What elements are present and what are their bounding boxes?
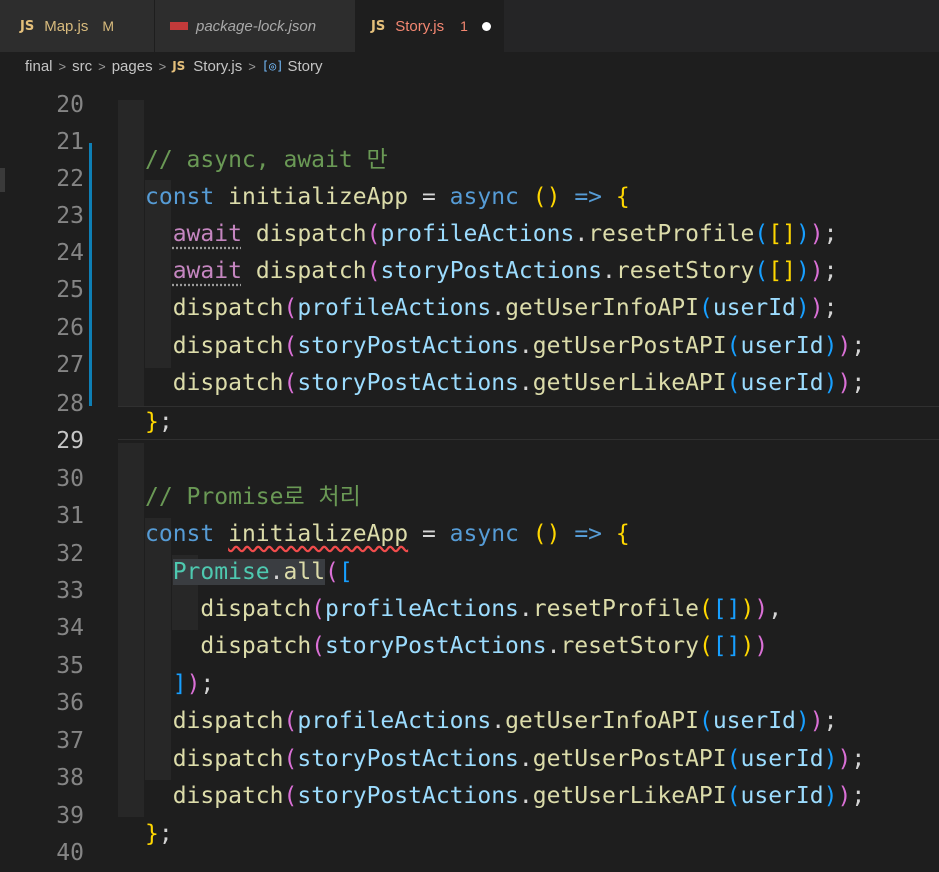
code-line: 23 await dispatch(profileActions.resetPr…: [0, 180, 837, 247]
breadcrumb-item[interactable]: Story.js: [193, 58, 242, 75]
breadcrumb-item[interactable]: final: [25, 58, 53, 75]
tab-map-js[interactable]: JS Map.js M: [0, 0, 155, 52]
code-line: 22 const initializeApp = async () => {: [0, 143, 629, 210]
breadcrumb-item[interactable]: src: [72, 58, 92, 75]
code-line: 32 Promise.all([: [0, 518, 353, 585]
chevron-right-icon: >: [158, 58, 167, 74]
modified-badge: M: [102, 18, 115, 34]
code-line: 21 // async, await 만: [0, 106, 387, 173]
keyword-const: const: [145, 521, 215, 547]
function-name-error: initializeApp: [228, 521, 409, 547]
chevron-right-icon: >: [248, 58, 256, 74]
function-name: initializeApp: [228, 184, 409, 210]
problem-count-badge: 1: [460, 18, 468, 34]
code-line: 28 };: [0, 368, 172, 435]
code-line: 29: [0, 405, 84, 454]
code-line: 31 const initializeApp = async () => {: [0, 480, 629, 547]
keyword-async: async: [449, 184, 519, 210]
symbol-variable-icon: [◎]: [261, 59, 284, 73]
indent-guide: [118, 443, 144, 817]
code-comment: // async, await 만: [145, 147, 388, 173]
tab-label: Story.js: [395, 17, 445, 35]
code-line: 39 };: [0, 780, 172, 847]
code-line: 25 dispatch(profileActions.getUserInfoAP…: [0, 254, 837, 321]
tab-story-js[interactable]: JS Story.js 1: [356, 0, 504, 52]
chevron-right-icon: >: [58, 58, 67, 74]
breadcrumb-item[interactable]: Story: [287, 58, 322, 75]
javascript-file-icon: JS: [172, 59, 186, 73]
chevron-right-icon: >: [98, 58, 106, 74]
tab-label: Map.js: [44, 17, 89, 35]
npm-file-icon: [170, 22, 188, 30]
breadcrumb-item[interactable]: pages: [112, 58, 153, 75]
code-line: 27 dispatch(storyPostActions.getUserLike…: [0, 329, 865, 396]
code-line: 40: [0, 817, 84, 866]
arrow-operator: =>: [560, 521, 616, 547]
code-comment: // Promise로 처리: [145, 484, 361, 510]
code-line: 35 ]);: [0, 630, 214, 697]
code-line: 20: [0, 69, 84, 118]
code-line: 26 dispatch(storyPostActions.getUserPost…: [0, 292, 865, 359]
selection-highlight: Promise.all: [172, 559, 326, 585]
code-line: 24 await dispatch(storyPostActions.reset…: [0, 217, 837, 284]
arrow-operator: =>: [560, 184, 616, 210]
current-line-highlight: [118, 406, 939, 440]
javascript-file-icon: JS: [371, 18, 386, 34]
line-number: 40: [56, 840, 84, 866]
indent-guide: [118, 100, 144, 406]
keyword-const: const: [145, 184, 215, 210]
keyword-await: await: [172, 221, 242, 247]
editor-tab-bar: JS Map.js M package-lock.json JS Story.j…: [0, 0, 939, 52]
git-change-bar: [89, 143, 92, 406]
keyword-await: await: [172, 258, 242, 284]
tab-label: package-lock.json: [196, 17, 317, 35]
code-line: 30 // Promise로 처리: [0, 443, 361, 510]
keyword-async: async: [449, 521, 519, 547]
code-editor[interactable]: 20 21 // async, await 만 22 const initial…: [0, 80, 939, 866]
code-line: 34 dispatch(storyPostActions.resetStory(…: [0, 592, 768, 659]
code-line: 36 dispatch(profileActions.getUserInfoAP…: [0, 667, 837, 734]
tab-package-lock-json[interactable]: package-lock.json: [155, 0, 356, 52]
javascript-file-icon: JS: [20, 18, 35, 34]
code-line: 38 dispatch(storyPostActions.getUserLike…: [0, 742, 865, 809]
code-line: 33 dispatch(profileActions.resetProfile(…: [0, 555, 782, 622]
code-line: 37 dispatch(storyPostActions.getUserPost…: [0, 705, 865, 772]
breadcrumb: final > src > pages > JS Story.js > [◎] …: [0, 52, 939, 80]
unsaved-dot-icon[interactable]: [481, 21, 491, 31]
